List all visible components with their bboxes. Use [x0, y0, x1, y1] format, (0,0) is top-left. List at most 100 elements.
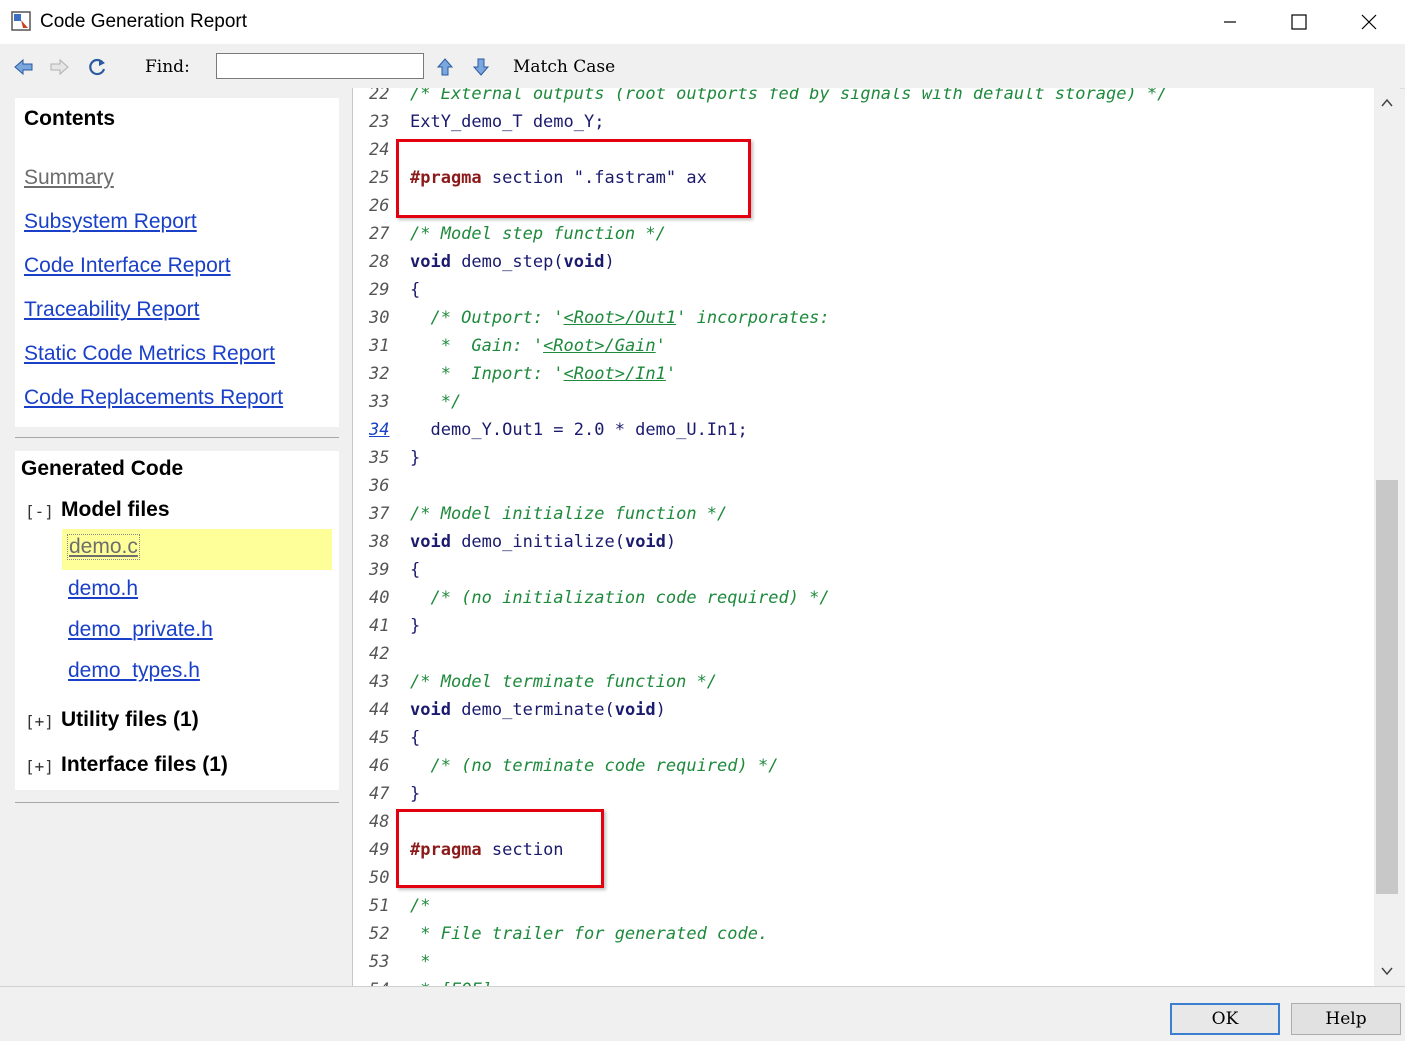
- utility-files-expand-toggle[interactable]: [+]: [25, 712, 54, 731]
- line-number: 36: [369, 476, 390, 496]
- section-divider: [15, 437, 339, 438]
- code-line: 31 * Gain: '<Root>/Gain': [353, 332, 1373, 360]
- code-line: 54 * [EOF]: [353, 976, 1373, 986]
- dialog-footer: OK Help: [0, 986, 1405, 1041]
- line-number[interactable]: 34: [369, 416, 409, 444]
- file-link-demo-h[interactable]: demo.h: [68, 577, 138, 601]
- generated-code-section: Generated Code [-] Model files demo.c de…: [15, 451, 339, 790]
- line-number: 46: [369, 756, 390, 776]
- code-line: 33 */: [353, 388, 1373, 416]
- file-link-demo-c[interactable]: demo.c: [67, 534, 140, 560]
- model-block-link[interactable]: <Root>/Gain: [543, 336, 656, 356]
- code-text: /* (no terminate code required) */: [410, 756, 779, 776]
- scroll-up-icon[interactable]: [1381, 98, 1393, 108]
- contents-heading: Contents: [24, 107, 115, 130]
- code-text: ExtY_demo_T demo_Y;: [410, 112, 605, 132]
- interface-files-heading[interactable]: Interface files (1): [61, 753, 228, 777]
- maximize-button[interactable]: [1264, 0, 1334, 44]
- line-number: 40: [369, 588, 390, 608]
- code-line: 28 void demo_step(void): [353, 248, 1373, 276]
- code-text: * Gain: '<Root>/Gain': [410, 336, 666, 356]
- code-line: 36: [353, 472, 1373, 500]
- toolbar: Find: Match Case: [0, 44, 1405, 89]
- line-number: 37: [369, 504, 390, 524]
- code-line: 27 /* Model step function */: [353, 220, 1373, 248]
- line-number: 28: [369, 252, 390, 272]
- code-text: {: [410, 560, 421, 580]
- selected-file-row[interactable]: demo.c: [62, 529, 332, 570]
- interface-files-expand-toggle[interactable]: [+]: [25, 757, 54, 776]
- code-text: {: [410, 728, 421, 748]
- code-replacements-report-link[interactable]: Code Replacements Report: [24, 386, 283, 410]
- ok-button[interactable]: OK: [1170, 1003, 1280, 1035]
- code-text: {: [410, 280, 421, 300]
- code-text: *: [410, 952, 431, 972]
- model-block-link[interactable]: <Root>/Out1: [564, 308, 677, 328]
- find-next-arrow-icon[interactable]: [470, 57, 492, 77]
- line-number: 52: [369, 924, 390, 944]
- line-number: 42: [369, 644, 390, 664]
- code-line: 51 /*: [353, 892, 1373, 920]
- code-text: /* (no initialization code required) */: [410, 588, 830, 608]
- match-case-toggle[interactable]: Match Case: [513, 57, 615, 77]
- code-line: 30 /* Outport: '<Root>/Out1' incorporate…: [353, 304, 1373, 332]
- code-line: 45 {: [353, 724, 1373, 752]
- subsystem-report-link[interactable]: Subsystem Report: [24, 210, 197, 234]
- forward-arrow-icon[interactable]: [49, 57, 71, 77]
- line-number: 47: [369, 784, 390, 804]
- file-link-demo-types-h[interactable]: demo_types.h: [68, 659, 200, 683]
- code-text: void demo_initialize(void): [410, 532, 677, 552]
- line-number: 22: [369, 88, 390, 104]
- summary-link[interactable]: Summary: [24, 166, 114, 190]
- code-line: 35}: [353, 444, 1373, 472]
- help-button[interactable]: Help: [1291, 1003, 1401, 1035]
- code-line: 40 /* (no initialization code required) …: [353, 584, 1373, 612]
- code-line: 32 * Inport: '<Root>/In1': [353, 360, 1373, 388]
- code-interface-report-link[interactable]: Code Interface Report: [24, 254, 231, 278]
- code-text: /* Model terminate function */: [410, 672, 718, 692]
- line-number: 44: [369, 700, 390, 720]
- line-number: 23: [369, 112, 390, 132]
- utility-files-heading[interactable]: Utility files (1): [61, 708, 199, 732]
- minimize-button[interactable]: [1195, 0, 1265, 44]
- code-line: 39 {: [353, 556, 1373, 584]
- code-line: 29 {: [353, 276, 1373, 304]
- line-number: 54: [369, 976, 409, 986]
- traceability-report-link[interactable]: Traceability Report: [24, 298, 199, 322]
- code-line: 42: [353, 640, 1373, 668]
- back-arrow-icon[interactable]: [12, 57, 34, 77]
- line-number: 51: [369, 896, 390, 916]
- line-number: 31: [369, 336, 390, 356]
- file-link-demo-private-h[interactable]: demo_private.h: [68, 618, 213, 642]
- line-number: 29: [369, 280, 390, 300]
- code-text: /* Model step function */: [410, 224, 666, 244]
- scrollbar-thumb[interactable]: [1376, 480, 1398, 894]
- scroll-down-icon[interactable]: [1381, 966, 1393, 976]
- code-line: 43 /* Model terminate function */: [353, 668, 1373, 696]
- code-line: 53 *: [353, 948, 1373, 976]
- model-files-collapse-toggle[interactable]: [-]: [25, 502, 54, 521]
- model-files-heading: Model files: [61, 498, 170, 521]
- line-number: 39: [369, 560, 390, 580]
- code-viewer[interactable]: 54 * [EOF]53 *52 * File trailer for gene…: [352, 88, 1375, 986]
- line-number: 45: [369, 728, 390, 748]
- static-code-metrics-report-link[interactable]: Static Code Metrics Report: [24, 342, 275, 366]
- vertical-scrollbar[interactable]: [1374, 88, 1400, 986]
- code-line: 47}: [353, 780, 1373, 808]
- code-text: }: [410, 616, 421, 636]
- code-line: 44 void demo_terminate(void): [353, 696, 1373, 724]
- code-line: 34 demo_Y.Out1 = 2.0 * demo_U.In1;: [353, 416, 1373, 444]
- generated-code-heading: Generated Code: [21, 457, 184, 480]
- line-number: 35: [369, 448, 390, 468]
- line-number: 38: [369, 532, 390, 552]
- find-label: Find:: [145, 57, 190, 77]
- refresh-icon[interactable]: [86, 57, 108, 77]
- line-number: 43: [369, 672, 390, 692]
- model-block-link[interactable]: <Root>/In1: [564, 364, 666, 384]
- code-text: /* External outputs (root outports fed b…: [410, 88, 1168, 104]
- find-input[interactable]: [216, 53, 424, 79]
- close-button[interactable]: [1334, 0, 1404, 44]
- find-previous-arrow-icon[interactable]: [434, 57, 456, 77]
- minimize-icon: [1224, 21, 1236, 23]
- code-text: * Inport: '<Root>/In1': [410, 364, 677, 384]
